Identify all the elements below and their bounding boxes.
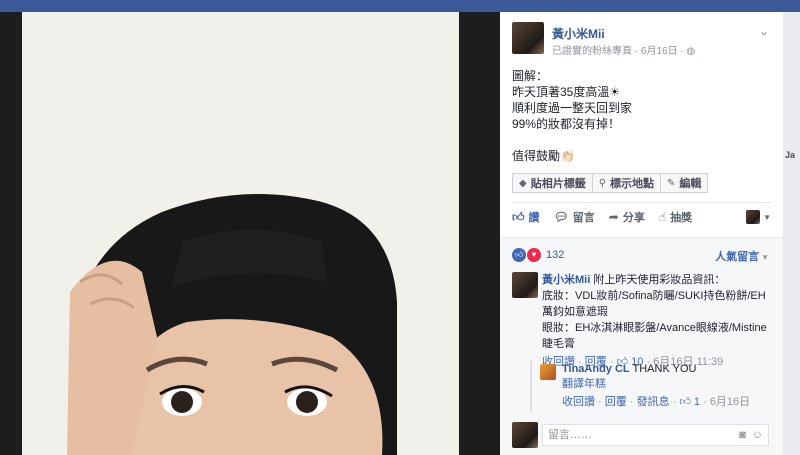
message-link[interactable]: 發訊息 <box>637 396 670 408</box>
add-location-label: 標示地點 <box>610 178 655 190</box>
post-line: 值得鼓勵👏🏻 <box>512 149 575 163</box>
reactions-summary[interactable]: 👍︎ ♥ 132 <box>512 248 564 262</box>
comments-section: 👍︎ ♥ 132 人氣留言 ▼ 黃小米Mii 附上昨天使用彩妝品資訊： 底妝：VD… <box>500 237 783 455</box>
post-photo[interactable] <box>22 12 459 455</box>
comment-author[interactable]: 黃小米Mii <box>542 274 590 286</box>
post-as-selector[interactable]: ▼ <box>746 210 771 224</box>
prize-label: 抽獎 <box>670 212 693 224</box>
post-line: 順利度過一整天回到家 <box>512 101 633 115</box>
caret-down-icon: ▼ <box>761 253 769 262</box>
portrait-image <box>22 12 459 455</box>
location-pin-icon: ⚲ <box>598 177 607 189</box>
reply-likes: 1 <box>693 396 701 408</box>
globe-icon: ◍ <box>686 46 696 57</box>
love-reaction-icon: ♥ <box>527 248 541 262</box>
reply-avatar[interactable] <box>540 364 556 380</box>
reply-text: THANK YOU <box>629 363 697 375</box>
post-meta-text: 已證實的粉絲專頁 · 6月16日 · <box>552 46 687 57</box>
post-line: 99%的妝都沒有掉！ <box>512 117 621 131</box>
commenter-avatar[interactable] <box>512 272 538 298</box>
comment-icon: 💬︎ <box>553 210 569 224</box>
current-user-avatar <box>512 422 538 448</box>
prize-button[interactable]: ☝︎ 抽獎 <box>659 209 692 225</box>
caret-down-icon: ▼ <box>763 212 771 222</box>
post-author[interactable]: 黃小米Mii <box>552 25 605 42</box>
comment-sort-dropdown[interactable]: 人氣留言 ▼ <box>715 248 769 264</box>
comment-body: 黃小米Mii 附上昨天使用彩妝品資訊： 底妝：VDL妝前/Sofina防曬/SU… <box>542 272 771 370</box>
reply-thread: TinaAndy CL THANK YOU 翻譯年糕 收回讚 · 回覆 · 發訊… <box>530 360 771 412</box>
post-actions: 👍︎ 讚 💬︎ 留言 ➦ 分享 ☝︎ 抽獎 ▼ <box>512 207 771 227</box>
post-line: 昨天頂著35度高溫☀︎ <box>512 85 621 99</box>
reaction-count: 132 <box>546 249 565 261</box>
comment-line: 底妝：VDL妝前/Sofina防曬/SUKI持色粉餅/EH萬鈞如意遮瑕 <box>542 290 766 318</box>
comment-input-box[interactable]: ◙ ☺ <box>542 424 769 446</box>
hand-icon: ☝︎ <box>658 210 667 224</box>
edge-text: Ja <box>785 150 796 160</box>
like-button[interactable]: 👍︎ 讚 <box>512 209 540 225</box>
like-reaction-icon: 👍︎ <box>512 248 526 262</box>
translate-link[interactable]: 翻譯年糕 <box>562 377 762 392</box>
reply-meta: 收回讚 · 回覆 · 發訊息 · 👍︎ 1 · 6月16日 <box>562 396 751 408</box>
unlike-link[interactable]: 收回讚 <box>562 396 595 408</box>
top-bar <box>0 0 800 12</box>
post-line: 圖解： <box>512 69 549 83</box>
comment-intro: 附上昨天使用彩妝品資訊： <box>590 274 726 286</box>
share-button[interactable]: ➦ 分享 <box>609 209 645 225</box>
post-panel: 黃小米Mii 已證實的粉絲專頁 · 6月16日 · ◍ ⌄ 圖解： 昨天頂著35… <box>500 12 783 455</box>
add-location-button[interactable]: ⚲ 標示地點 <box>591 173 662 193</box>
reply-author[interactable]: TinaAndy CL <box>562 363 630 375</box>
reply-like-count[interactable]: 👍︎ 1 <box>679 396 700 408</box>
comment-input-row: ◙ ☺ <box>512 422 771 450</box>
like-label: 讚 <box>528 212 540 224</box>
edit-label: 編輯 <box>679 178 702 190</box>
thumbs-up-icon: 👍︎ <box>512 209 525 224</box>
comment-line: 眼妝：EH冰淇淋眼影盤/Avance眼線液/Mistine睫毛膏 <box>542 322 767 350</box>
tag-photo-label: 貼相片標籤 <box>530 178 586 190</box>
right-edge-panel: Ja <box>783 12 800 455</box>
post-header: 黃小米Mii 已證實的粉絲專頁 · 6月16日 · ◍ ⌄ <box>512 22 771 62</box>
thumbs-up-icon: 👍︎ <box>679 396 691 408</box>
camera-icon[interactable]: ◙ <box>739 429 746 441</box>
divider <box>512 202 771 203</box>
reply-body: TinaAndy CL THANK YOU 翻譯年糕 收回讚 · 回覆 · 發訊… <box>562 362 762 410</box>
share-label: 分享 <box>622 212 645 224</box>
tag-photo-button[interactable]: ◆ 貼相片標籤 <box>512 173 593 193</box>
share-icon: ➦ <box>608 210 619 224</box>
comment-button[interactable]: 💬︎ 留言 <box>554 209 595 225</box>
comment-input[interactable] <box>548 429 734 441</box>
post-meta: 已證實的粉絲專頁 · 6月16日 · ◍ <box>552 42 695 57</box>
reply-date[interactable]: 6月16日 <box>710 396 750 408</box>
sort-label: 人氣留言 <box>715 251 760 263</box>
post-line-gap <box>512 132 771 148</box>
chevron-down-icon[interactable]: ⌄ <box>759 24 769 38</box>
pencil-icon: ✎ <box>667 177 676 189</box>
comment-label: 留言 <box>572 212 595 224</box>
reply-link[interactable]: 回覆 <box>605 396 627 408</box>
edit-button[interactable]: ✎ 編輯 <box>660 173 709 193</box>
post-text: 圖解： 昨天頂著35度高溫☀︎ 順利度過一整天回到家 99%的妝都沒有掉！ 值得… <box>512 68 771 164</box>
page-avatar[interactable] <box>512 22 544 54</box>
tag-icon: ◆ <box>519 177 527 189</box>
photo-tag-bar: ◆ 貼相片標籤 ⚲ 標示地點 ✎ 編輯 <box>512 173 709 193</box>
emoji-icon[interactable]: ☺ <box>752 429 763 441</box>
avatar <box>746 210 761 224</box>
